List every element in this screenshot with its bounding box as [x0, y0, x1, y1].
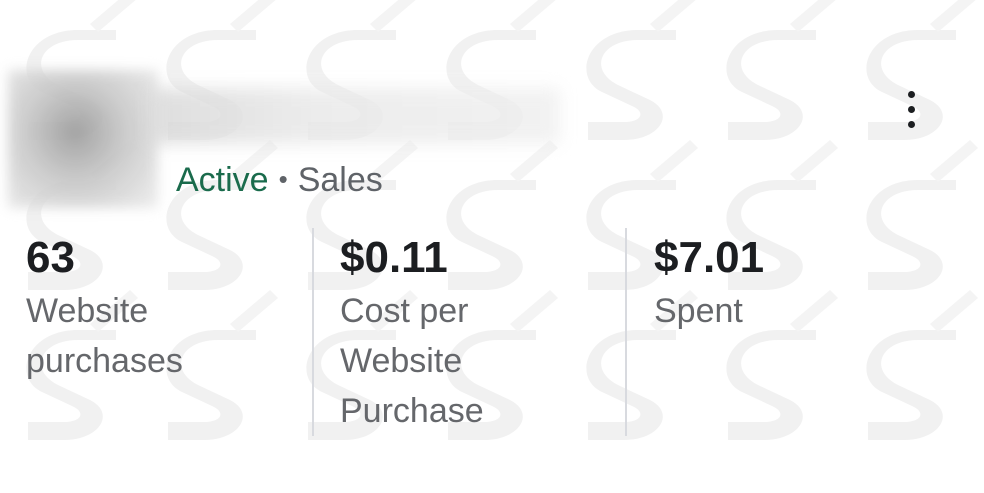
more-vertical-icon-dot-middle — [907, 105, 915, 113]
metric-label: Website purchases — [26, 286, 306, 386]
metric-label-line: Website — [26, 292, 149, 330]
campaign-thumbnail-redacted — [8, 70, 158, 208]
metric-divider — [312, 228, 314, 436]
more-vertical-icon-dot-bottom — [907, 120, 915, 128]
more-vertical-icon-dot-top — [907, 90, 915, 98]
campaign-status-line: Active • Sales — [176, 160, 383, 202]
status-separator: • — [278, 164, 288, 194]
metric-value: 63 — [26, 233, 75, 282]
campaign-name-redacted — [150, 88, 560, 144]
more-options-button[interactable] — [896, 86, 926, 132]
metrics-row: 63 Website purchases $0.11 Cost per Webs… — [0, 228, 984, 438]
metric-label-line: Spent — [654, 292, 743, 330]
metric-divider — [625, 228, 627, 436]
metric-value: $7.01 — [654, 233, 765, 282]
metric-label-line: Cost per — [340, 292, 469, 330]
metric-spent[interactable]: $7.01 Spent — [654, 228, 954, 336]
metric-label-line: Purchase — [340, 392, 484, 430]
metric-website-purchases[interactable]: 63 Website purchases — [26, 228, 306, 386]
campaign-card[interactable]: Active • Sales 63 Website purchases $0.11 … — [0, 0, 984, 493]
metric-label-line: purchases — [26, 342, 183, 380]
status-badge: Active — [176, 161, 269, 199]
campaign-objective: Sales — [297, 161, 383, 199]
metric-cost-per-purchase[interactable]: $0.11 Cost per Website Purchase — [340, 228, 620, 436]
metric-label: Spent — [654, 286, 954, 336]
metric-label: Cost per Website Purchase — [340, 286, 620, 436]
metric-label-line: Website — [340, 342, 463, 380]
metric-value: $0.11 — [340, 233, 448, 282]
